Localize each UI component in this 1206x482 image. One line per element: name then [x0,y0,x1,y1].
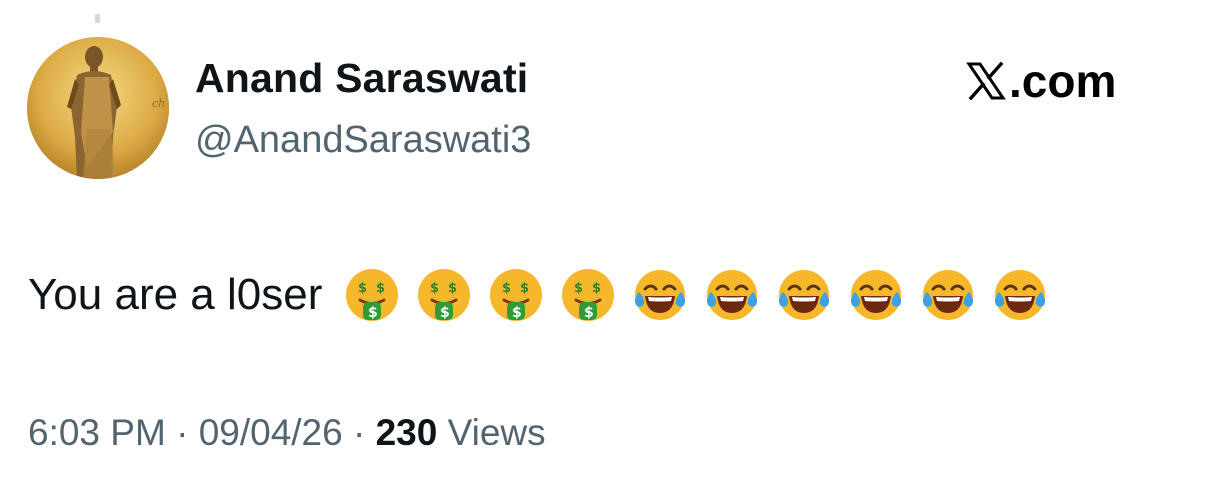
face-with-tears-of-joy-icon [851,270,902,320]
svg-text:$: $ [440,305,450,321]
face-with-tears-of-joy-icon [707,270,758,320]
brand-domain-text: .com [1009,55,1117,107]
svg-text:$: $ [358,281,367,296]
money-mouth-face-icon: $ $ $ [562,269,615,321]
svg-text:$: $ [448,281,457,296]
display-name[interactable]: Anand Saraswati [195,52,528,104]
x-logo-icon [966,61,1006,101]
tweet-metadata: 6:03 PM · 09/04/26 · 230 Views [28,409,546,457]
money-mouth-face-icon: $ $ $ [346,269,399,321]
statue-portrait-avatar: ch [27,37,169,179]
face-with-tears-of-joy-icon [635,270,686,320]
svg-text:$: $ [502,281,511,296]
meta-separator: · [353,412,366,453]
svg-text:$: $ [584,305,594,321]
tweet-card: ch Anand Saraswati @AnandSaraswati3 .com… [0,0,1206,482]
decorative-mark [95,14,100,23]
svg-text:$: $ [430,281,439,296]
avatar[interactable]: ch [27,37,169,179]
views-label: Views [447,412,546,453]
svg-text:$: $ [574,281,583,296]
svg-text:$: $ [512,305,522,321]
tweet-time[interactable]: 6:03 PM [28,412,166,453]
views-count[interactable]: 230 [376,412,438,453]
svg-text:$: $ [376,281,385,296]
money-mouth-face-icon: $ $ $ [490,269,543,321]
user-handle[interactable]: @AnandSaraswati3 [195,116,531,164]
tweet-date[interactable]: 09/04/26 [199,412,343,453]
tweet-body: You are a l0ser $ $ $ $ $ $ $ $ $ $ $ $ [28,266,1064,324]
svg-text:$: $ [520,281,529,296]
money-mouth-face-icon: $ $ $ [418,269,471,321]
svg-text:ch: ch [152,97,165,110]
svg-text:$: $ [368,305,378,321]
face-with-tears-of-joy-icon [995,270,1046,320]
brand-watermark: .com [966,54,1116,108]
svg-text:$: $ [592,281,601,296]
tweet-text: You are a l0ser [28,270,323,319]
face-with-tears-of-joy-icon [779,270,830,320]
meta-separator: · [176,412,189,453]
face-with-tears-of-joy-icon [923,270,974,320]
